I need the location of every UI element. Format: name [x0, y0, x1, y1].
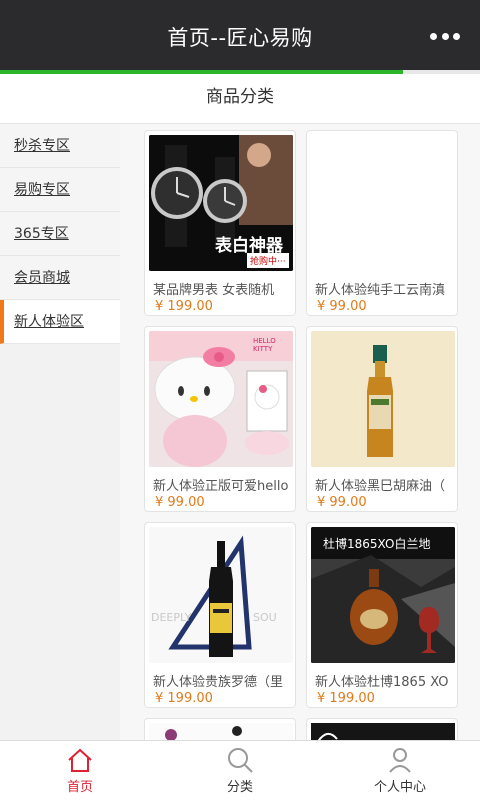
page-title: 首页--匠心易购 [167, 26, 313, 50]
user-icon [389, 748, 411, 773]
search-icon [228, 748, 253, 773]
product-price: ¥ 199.00 [155, 299, 213, 314]
nav-profile-label: 个人中心 [373, 780, 426, 795]
product-image[interactable]: 杜博1865XO白兰地 [311, 527, 455, 663]
home-icon [68, 748, 92, 772]
product-card-partial[interactable] [144, 718, 296, 740]
sidebar-item-yigou[interactable]: 易购专区 [0, 168, 120, 212]
nav-home[interactable]: 首页 [0, 741, 160, 800]
product-price: ¥ 99.00 [155, 495, 205, 510]
product-card[interactable]: 新人体验黑巳胡麻油（ ¥ 99.00 [306, 326, 458, 512]
product-image[interactable]: DEEPLY SOU [149, 527, 293, 663]
product-name: 某品牌男表 女表随机 [153, 283, 275, 298]
partial-image [149, 723, 293, 740]
product-image[interactable] [311, 135, 455, 271]
brandy-title: 杜博1865XO白兰地 [323, 537, 431, 551]
nav-category-label: 分类 [226, 780, 253, 795]
svg-text:DEEPLY: DEEPLY [151, 611, 192, 624]
partial-image [311, 723, 455, 740]
product-card[interactable]: HELLO KITTY 新人体验正版可爱hello ¥ 99.00 [144, 326, 296, 512]
product-name: 新人体验杜博1865 XO [315, 675, 449, 690]
section-title: 商品分类 [0, 74, 480, 124]
product-card[interactable]: DEEPLY SOU 新人体验贵族罗德（里 ¥ 199.00 [144, 522, 296, 708]
product-card[interactable]: 杜博1865XO白兰地 新人体验杜博1865 XO ¥ 199.00 [306, 522, 458, 708]
product-image[interactable] [311, 331, 455, 467]
product-price: ¥ 99.00 [317, 299, 367, 314]
product-card[interactable]: 表白神器 抢购中··· 某品牌男表 女表随机 ¥ 199.00 [144, 130, 296, 316]
product-price: ¥ 99.00 [317, 495, 367, 510]
category-sidebar: 秒杀专区 易购专区 365专区 会员商城 新人体验区 [0, 124, 120, 740]
promo-badge: 抢购中··· [247, 253, 289, 268]
sidebar-item-365[interactable]: 365专区 [0, 212, 120, 256]
wine-bottle-image: DEEPLY SOU [149, 527, 293, 663]
nav-category[interactable]: 分类 [160, 741, 320, 800]
app: 首页--匠心易购 商品分类 秒杀专区 易购专区 365专区 会员商城 新人体验区 [0, 0, 480, 800]
product-price: ¥ 199.00 [155, 691, 213, 706]
product-name: 新人体验黑巳胡麻油（ [315, 479, 446, 494]
product-name: 新人体验纯手工云南滇 [315, 283, 446, 298]
oil-bottle-image [311, 331, 455, 467]
product-grid: 表白神器 抢购中··· 某品牌男表 女表随机 ¥ 199.00 新人体验纯手工云… [140, 124, 470, 740]
nav-profile[interactable]: 个人中心 [320, 741, 480, 800]
sidebar-item-miaosha[interactable]: 秒杀专区 [0, 124, 120, 168]
sidebar-item-member-mall[interactable]: 会员商城 [0, 256, 120, 300]
title-bar: 首页--匠心易购 [0, 0, 480, 70]
product-image[interactable]: HELLO KITTY [149, 331, 293, 467]
product-card[interactable]: 新人体验纯手工云南滇 ¥ 99.00 [306, 130, 458, 316]
bottom-nav: 首页 分类 个人中心 [0, 740, 480, 800]
product-card-partial[interactable] [306, 718, 458, 740]
product-name: 新人体验正版可爱hello [153, 479, 289, 494]
product-name: 新人体验贵族罗德（里 [153, 675, 284, 690]
product-price: ¥ 199.00 [317, 691, 375, 706]
brand-text: HELLO KITTY [253, 337, 276, 353]
svg-text:SOU: SOU [253, 611, 277, 624]
product-image[interactable]: 表白神器 抢购中··· [149, 135, 293, 271]
sidebar-item-newcomer[interactable]: 新人体验区 [0, 300, 120, 344]
more-dots-icon[interactable] [430, 33, 460, 41]
nav-home-label: 首页 [66, 780, 93, 795]
